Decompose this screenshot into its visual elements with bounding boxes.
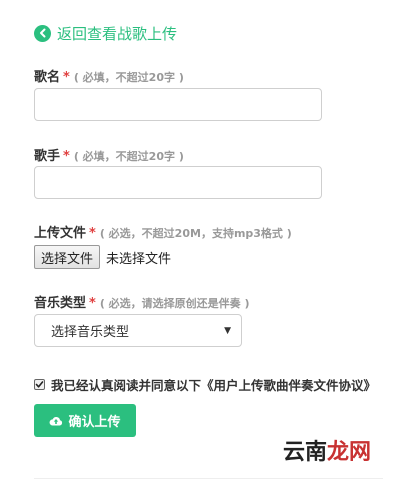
music-type-label: 音乐类型 *( 必选，请选择原创还是伴奏 ) [34,292,250,311]
agreement-checkbox[interactable] [34,379,45,390]
required-mark: * [89,226,96,241]
site-watermark-logo: 云南龙网 [283,434,371,466]
confirm-upload-button[interactable]: 确认上传 [34,404,136,437]
song-name-input[interactable] [34,88,322,121]
singer-label-text: 歌手 [34,149,61,164]
file-status-text: 未选择文件 [106,251,172,267]
music-type-selected: 选择音乐类型 [51,325,130,340]
song-name-hint: ( 必填，不超过20字 ) [73,71,184,84]
song-name-label: 歌名 *( 必填，不超过20字 ) [34,66,184,85]
cloud-upload-icon [50,416,63,425]
required-mark: * [63,149,70,164]
upload-file-label: 上传文件 *( 必选，不超过20M，支持mp3格式 ) [34,222,292,241]
arrow-left-icon [34,24,51,42]
music-type-hint: ( 必选，请选择原创还是伴奏 ) [99,297,250,310]
music-type-label-text: 音乐类型 [34,296,87,311]
watermark-part-1: 云南 [283,440,328,465]
agreement-text[interactable]: 我已经认真阅读并同意以下《用户上传歌曲伴奏文件协议》 [51,375,376,394]
back-link[interactable]: 返回查看战歌上传 [34,22,177,44]
caret-down-icon: ▼ [224,325,231,336]
song-name-label-text: 歌名 [34,70,61,85]
confirm-upload-label: 确认上传 [68,415,121,430]
watermark-part-2: 龙网 [327,440,372,465]
back-link-label: 返回查看战歌上传 [57,24,178,43]
singer-label: 歌手 *( 必填，不超过20字 ) [34,145,184,164]
singer-input[interactable] [34,166,322,199]
choose-file-button[interactable]: 选择文件 [34,245,101,269]
required-mark: * [89,296,96,311]
checkmark-icon [35,381,44,388]
upload-file-label-text: 上传文件 [34,226,87,241]
file-picker: 选择文件 未选择文件 [34,245,171,269]
singer-hint: ( 必填，不超过20字 ) [73,150,184,163]
required-mark: * [63,70,70,85]
agreement-row: 我已经认真阅读并同意以下《用户上传歌曲伴奏文件协议》 [34,375,376,394]
music-type-select[interactable]: 选择音乐类型 ▼ [34,314,242,347]
divider [34,478,383,479]
upload-file-hint: ( 必选，不超过20M，支持mp3格式 ) [99,227,292,240]
